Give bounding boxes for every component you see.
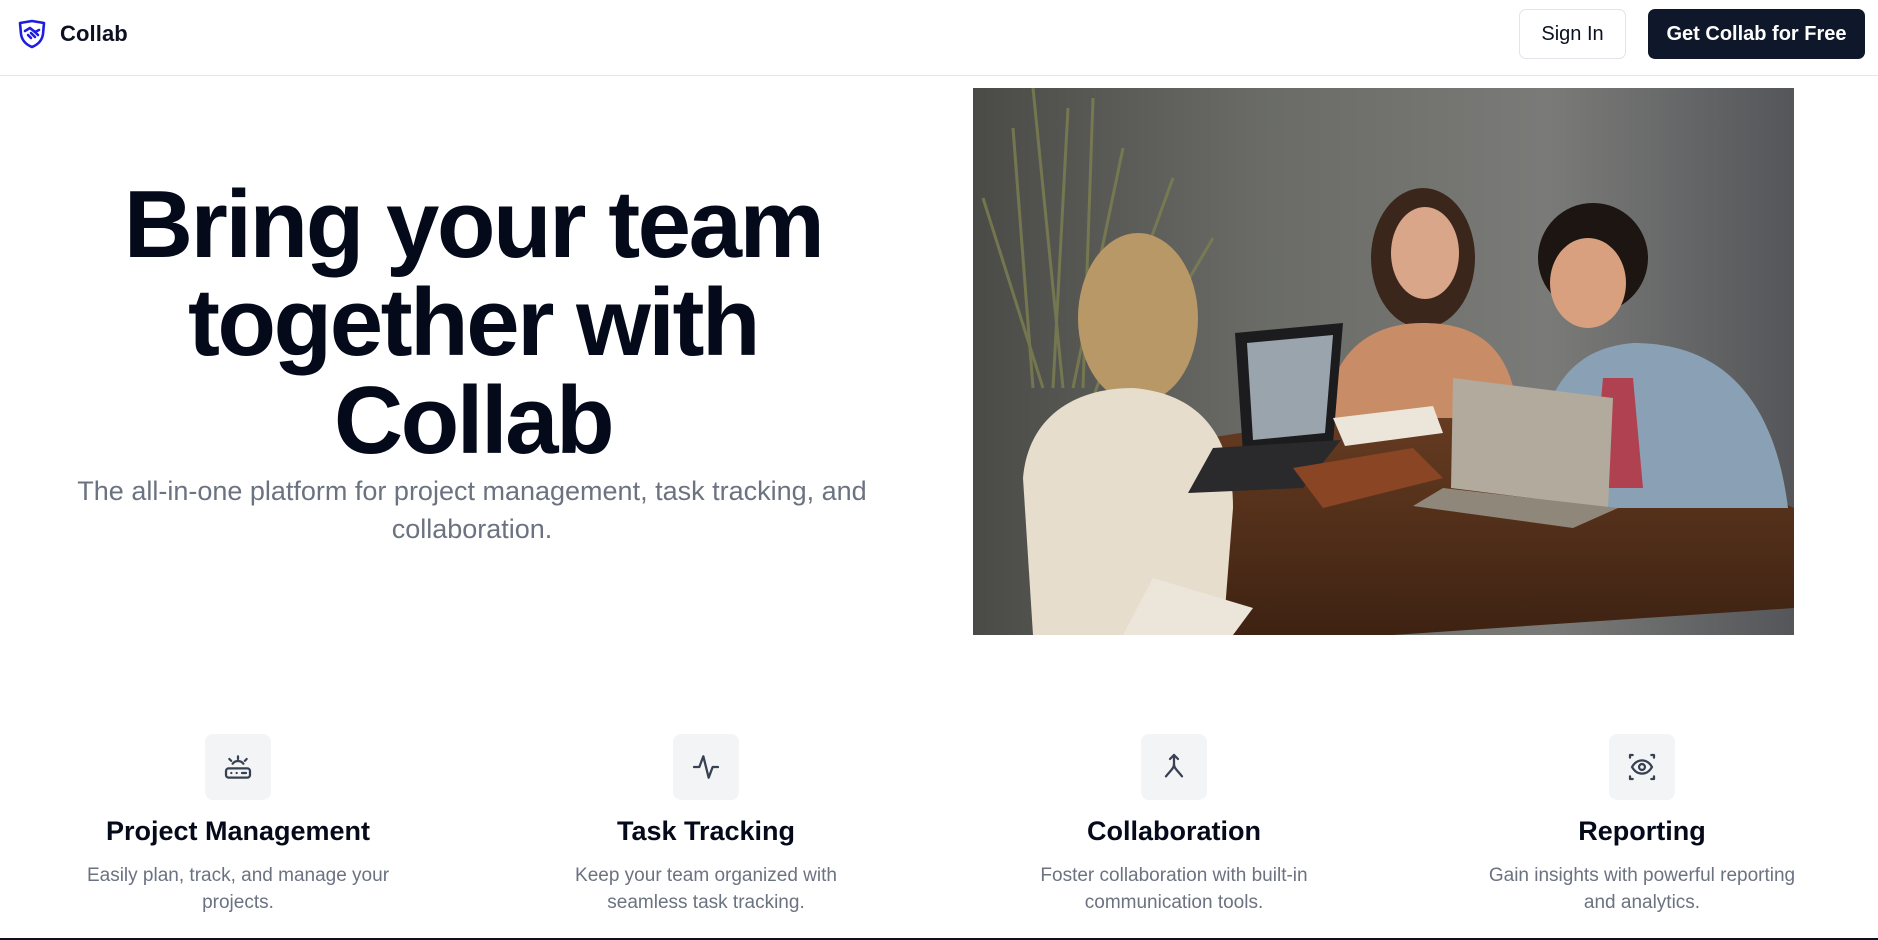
feature-card: Project Management Easily plan, track, a… (28, 734, 448, 916)
feature-icon-box (1141, 734, 1207, 800)
hero-subtitle: The all-in-one platform for project mana… (77, 476, 867, 544)
feature-description: Foster collaboration with built-in commu… (1040, 865, 1308, 913)
get-started-button[interactable]: Get Collab for Free (1648, 9, 1865, 59)
activity-icon (692, 755, 720, 779)
merge-icon (1164, 753, 1184, 778)
feature-description: Gain insights with powerful reporting an… (1488, 865, 1796, 913)
feature-icon-box (1609, 734, 1675, 800)
team-photo-illustration (973, 88, 1794, 635)
brand-logo-link[interactable]: Collab (16, 18, 128, 50)
sign-in-button[interactable]: Sign In (1519, 9, 1626, 59)
feature-icon-box (673, 734, 739, 800)
feature-description: Keep your team organized with seamless t… (575, 865, 837, 913)
view-icon (1628, 753, 1656, 781)
feature-card: Task Tracking Keep your team organized w… (496, 734, 916, 916)
brand-name: Collab (60, 21, 128, 46)
feature-title: Project Management (105, 816, 371, 846)
hero-title-line: together with (187, 269, 761, 376)
hero-image (973, 88, 1794, 635)
feature-description: Easily plan, track, and manage your proj… (86, 865, 390, 913)
site-header: Collab Sign In Get Collab for Free (0, 0, 1878, 76)
hero-title-line: Bring your team (123, 171, 825, 278)
feature-card: Reporting Gain insights with powerful re… (1432, 734, 1852, 916)
router-icon (224, 755, 252, 779)
hero-title: Bring your team together with Collab (40, 176, 906, 470)
feature-icon-box (205, 734, 271, 800)
handshake-shield-icon (18, 19, 46, 49)
feature-title: Reporting (1578, 816, 1706, 846)
hero-title-line: Collab (333, 367, 615, 474)
feature-card: Collaboration Foster collaboration with … (964, 734, 1384, 916)
feature-title: Task Tracking (616, 816, 796, 846)
feature-title: Collaboration (1087, 816, 1261, 846)
